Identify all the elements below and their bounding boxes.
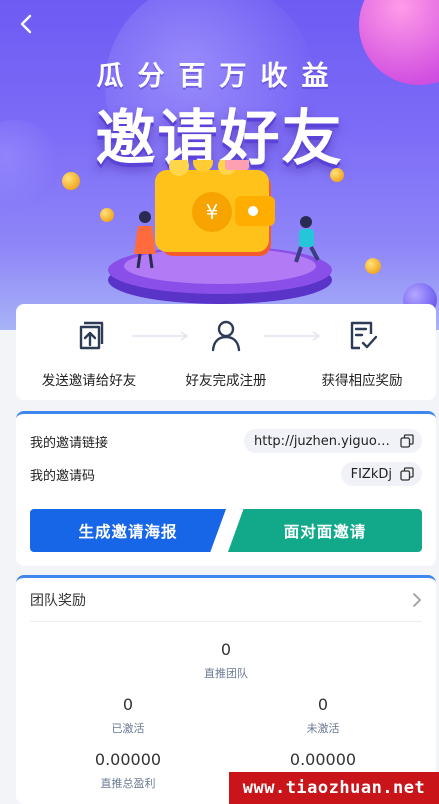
face-to-face-invite-button[interactable]: 面对面邀请 xyxy=(228,509,422,552)
copy-icon[interactable] xyxy=(400,467,414,481)
chevron-right-icon xyxy=(413,592,421,607)
svg-text:¥: ¥ xyxy=(206,200,219,224)
banner-slogan: 瓜分百万收益 xyxy=(96,61,343,92)
person-illustration xyxy=(134,211,156,269)
stat-value: 0 xyxy=(122,695,134,714)
stat-label: 直推团队 xyxy=(204,667,248,680)
back-button[interactable] xyxy=(12,10,40,38)
team-reward-header[interactable]: 团队奖励 xyxy=(30,578,422,622)
coin-decor xyxy=(62,172,80,190)
coin-decor xyxy=(365,258,381,274)
total-profit-stat: 0.00000 直推总盈利 xyxy=(28,750,228,791)
invite-code-value: FIZkDj xyxy=(350,466,392,482)
step-label: 好友完成注册 xyxy=(185,373,267,389)
step-send-invite: 发送邀请给好友 xyxy=(19,304,159,400)
activated-stat: 0 已激活 xyxy=(28,695,228,736)
step-label: 发送邀请给好友 xyxy=(41,373,137,389)
coin-decor xyxy=(330,168,344,182)
watermark: www.tiaozhuan.net xyxy=(229,772,439,804)
invite-info-card: 我的邀请链接 http://juzhen.yiguoji... 我的邀请码 FI… xyxy=(16,411,436,566)
team-reward-title: 团队奖励 xyxy=(30,592,86,609)
invite-banner: 瓜分百万收益 邀请好友 ¥ xyxy=(0,0,439,330)
step-label: 获得相应奖励 xyxy=(321,373,403,389)
team-reward-card: 团队奖励 0 直推团队 0 已激活 0 未激活 0.00000 直推总盈利 0.… xyxy=(16,575,436,804)
invite-link-row: 我的邀请链接 http://juzhen.yiguoji... xyxy=(30,428,422,454)
stat-value: 0 xyxy=(220,640,232,659)
wallet-icon: ¥ xyxy=(155,160,275,256)
coin-decor xyxy=(100,208,114,222)
invite-link-value: http://juzhen.yiguoji... xyxy=(254,433,392,449)
invite-link-copy[interactable]: http://juzhen.yiguoji... xyxy=(244,429,422,453)
send-invite-icon xyxy=(79,321,104,350)
invite-code-row: 我的邀请码 FIZkDj xyxy=(30,461,422,487)
stat-label: 已激活 xyxy=(111,722,145,735)
step-register: 好友完成注册 xyxy=(156,304,296,400)
stat-label: 未激活 xyxy=(306,722,340,735)
step-reward: 获得相应奖励 xyxy=(292,304,432,400)
generate-poster-button[interactable]: 生成邀请海报 xyxy=(30,509,226,552)
invite-link-label: 我的邀请链接 xyxy=(30,435,109,451)
stat-label: 直推总盈利 xyxy=(100,777,156,790)
stat-value: 0 xyxy=(317,695,329,714)
other-profit-stat: 0.00000 xyxy=(223,750,423,769)
invite-code-label: 我的邀请码 xyxy=(30,468,96,484)
not-activated-stat: 0 未激活 xyxy=(223,695,423,736)
person-illustration xyxy=(294,216,320,263)
direct-team-stat: 0 直推团队 xyxy=(126,640,326,681)
stat-value: 0.00000 xyxy=(289,750,357,769)
chevron-left-icon xyxy=(20,14,32,34)
user-icon xyxy=(211,320,241,352)
stat-value: 0.00000 xyxy=(94,750,162,769)
invite-steps-card: 发送邀请给好友 好友完成注册 获得相应奖励 xyxy=(16,304,436,400)
copy-icon[interactable] xyxy=(400,434,414,448)
invite-code-copy[interactable]: FIZkDj xyxy=(340,462,422,486)
checked-document-icon xyxy=(350,321,378,350)
